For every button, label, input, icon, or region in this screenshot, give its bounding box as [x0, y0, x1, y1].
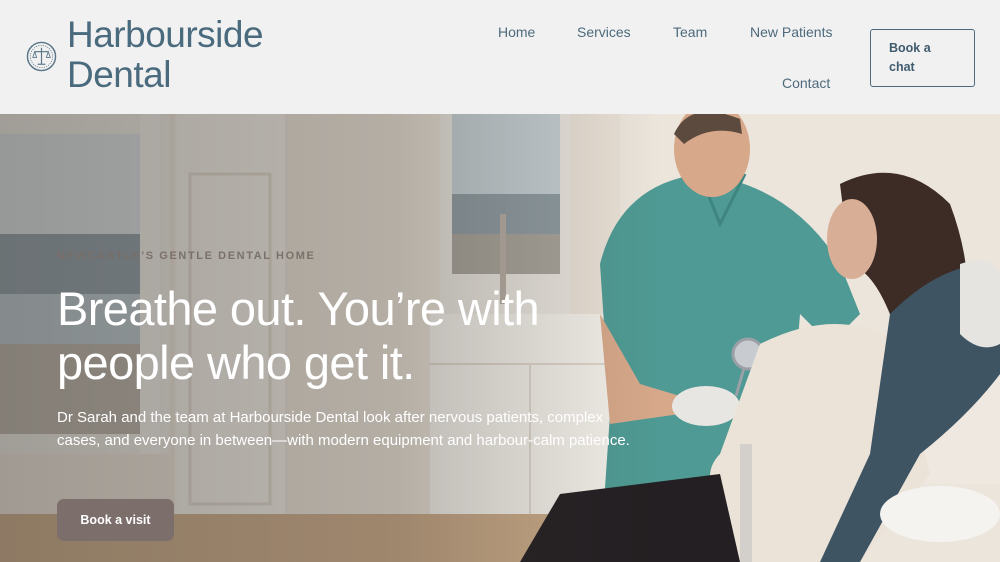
- book-chat-label: Book a chat: [889, 41, 931, 74]
- hero-headline: Breathe out. You’re with people who get …: [57, 282, 657, 390]
- book-visit-button[interactable]: Book a visit: [57, 499, 174, 541]
- book-visit-label: Book a visit: [80, 513, 151, 527]
- nav-team[interactable]: Team: [673, 24, 707, 40]
- scales-of-justice-icon[interactable]: [26, 41, 57, 72]
- nav-home[interactable]: Home: [498, 24, 535, 40]
- headline-line-1: Breathe out. You’re with: [57, 282, 540, 335]
- hero-section: NEWCASTLE’S GENTLE DENTAL HOME Breathe o…: [0, 114, 1000, 562]
- book-chat-button[interactable]: Book a chat: [870, 29, 975, 87]
- nav-contact[interactable]: Contact: [782, 75, 830, 91]
- hero-lead: Dr Sarah and the team at Harbourside Den…: [57, 409, 630, 449]
- brand-line-1: Harbourside: [67, 14, 264, 55]
- headline-line-2: people who get it.: [57, 336, 415, 389]
- hero-eyebrow: NEWCASTLE’S GENTLE DENTAL HOME: [57, 250, 316, 262]
- nav-services[interactable]: Services: [577, 24, 631, 40]
- nav-new-patients[interactable]: New Patients: [750, 24, 832, 40]
- site-header: Harbourside Dental Home Services Team Ne…: [0, 0, 1000, 114]
- brand-line-2: Dental: [67, 54, 171, 95]
- brand-name[interactable]: Harbourside Dental: [67, 14, 264, 95]
